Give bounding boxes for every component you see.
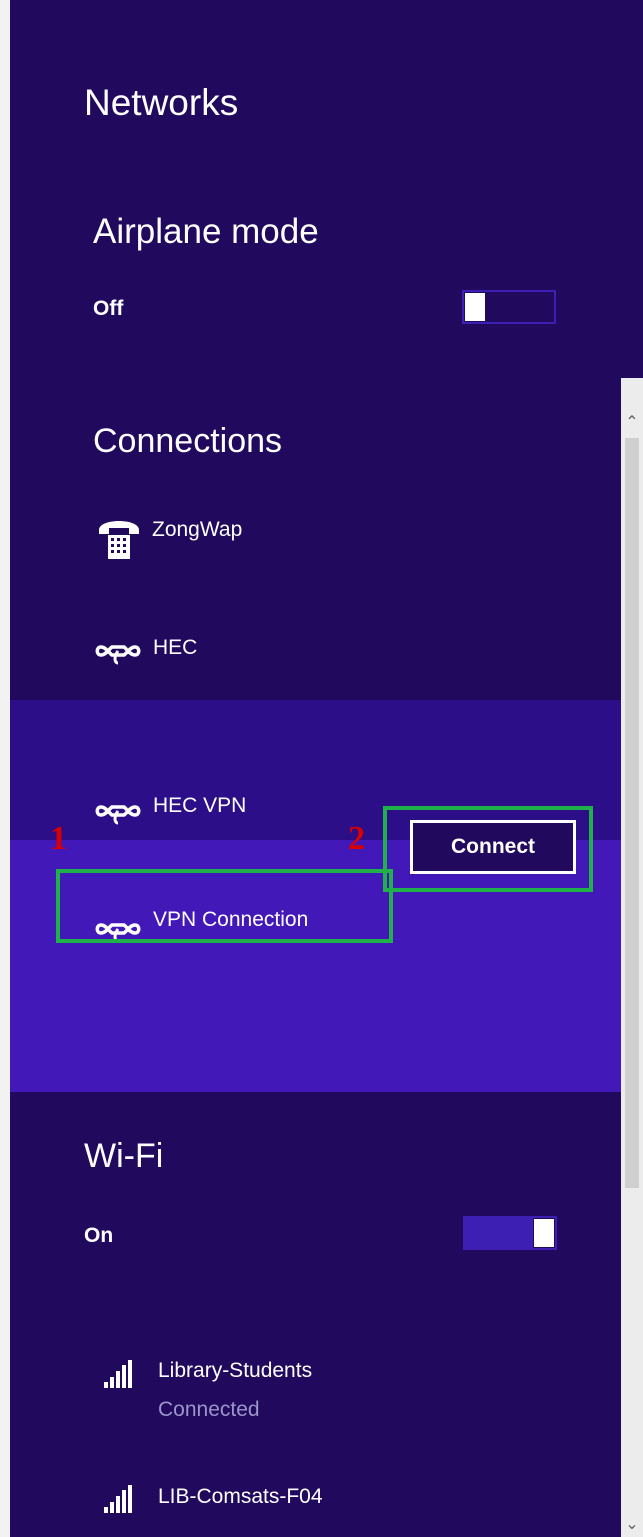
wifi-toggle[interactable] bbox=[463, 1216, 557, 1250]
wifi-signal-icon bbox=[104, 1485, 132, 1513]
wifi-network-lib-comsats-f04[interactable]: LIB-Comsats-F04 bbox=[10, 1465, 621, 1537]
connections-heading: Connections bbox=[93, 422, 283, 460]
toggle-fill bbox=[465, 1218, 533, 1248]
toggle-thumb bbox=[465, 293, 485, 321]
wifi-state: On bbox=[84, 1224, 114, 1247]
toggle-thumb bbox=[534, 1219, 554, 1247]
wifi-network-name: LIB-Comsats-F04 bbox=[158, 1485, 323, 1508]
connection-item-zongwap[interactable]: ZongWap bbox=[10, 490, 621, 580]
airplane-mode-toggle[interactable] bbox=[462, 290, 556, 324]
annotation-highlight-1 bbox=[56, 869, 393, 943]
airplane-mode-heading: Airplane mode bbox=[93, 212, 319, 251]
annotation-marker-1: 1 bbox=[50, 820, 67, 857]
connection-name: HEC VPN bbox=[153, 794, 247, 817]
scrollbar[interactable]: ⌃ ⌄ bbox=[621, 378, 643, 1537]
desktop-edge bbox=[0, 0, 10, 1537]
connection-name: ZongWap bbox=[152, 518, 243, 541]
annotation-highlight-2 bbox=[383, 806, 593, 892]
wifi-network-status: Connected bbox=[158, 1398, 260, 1421]
annotation-marker-2: 2 bbox=[348, 820, 365, 857]
vpn-link-icon bbox=[95, 805, 141, 825]
phone-dialup-icon bbox=[99, 521, 139, 559]
scroll-down-icon[interactable]: ⌄ bbox=[623, 1516, 641, 1534]
connection-item-hec[interactable]: HEC bbox=[10, 600, 621, 690]
wifi-network-name: Library-Students bbox=[158, 1359, 313, 1382]
connection-name: HEC bbox=[153, 636, 198, 659]
networks-panel: Networks Airplane mode Off Connections Z… bbox=[10, 0, 643, 1537]
scrollbar-thumb[interactable] bbox=[625, 438, 639, 1188]
panel-title: Networks bbox=[84, 82, 239, 123]
wifi-signal-icon bbox=[104, 1360, 132, 1388]
scroll-up-icon[interactable]: ⌃ bbox=[623, 414, 641, 432]
wifi-network-library-students[interactable]: Library-Students Connected bbox=[10, 1340, 621, 1440]
wifi-heading: Wi-Fi bbox=[84, 1137, 164, 1175]
airplane-mode-state: Off bbox=[93, 297, 124, 320]
vpn-link-icon bbox=[95, 645, 141, 665]
